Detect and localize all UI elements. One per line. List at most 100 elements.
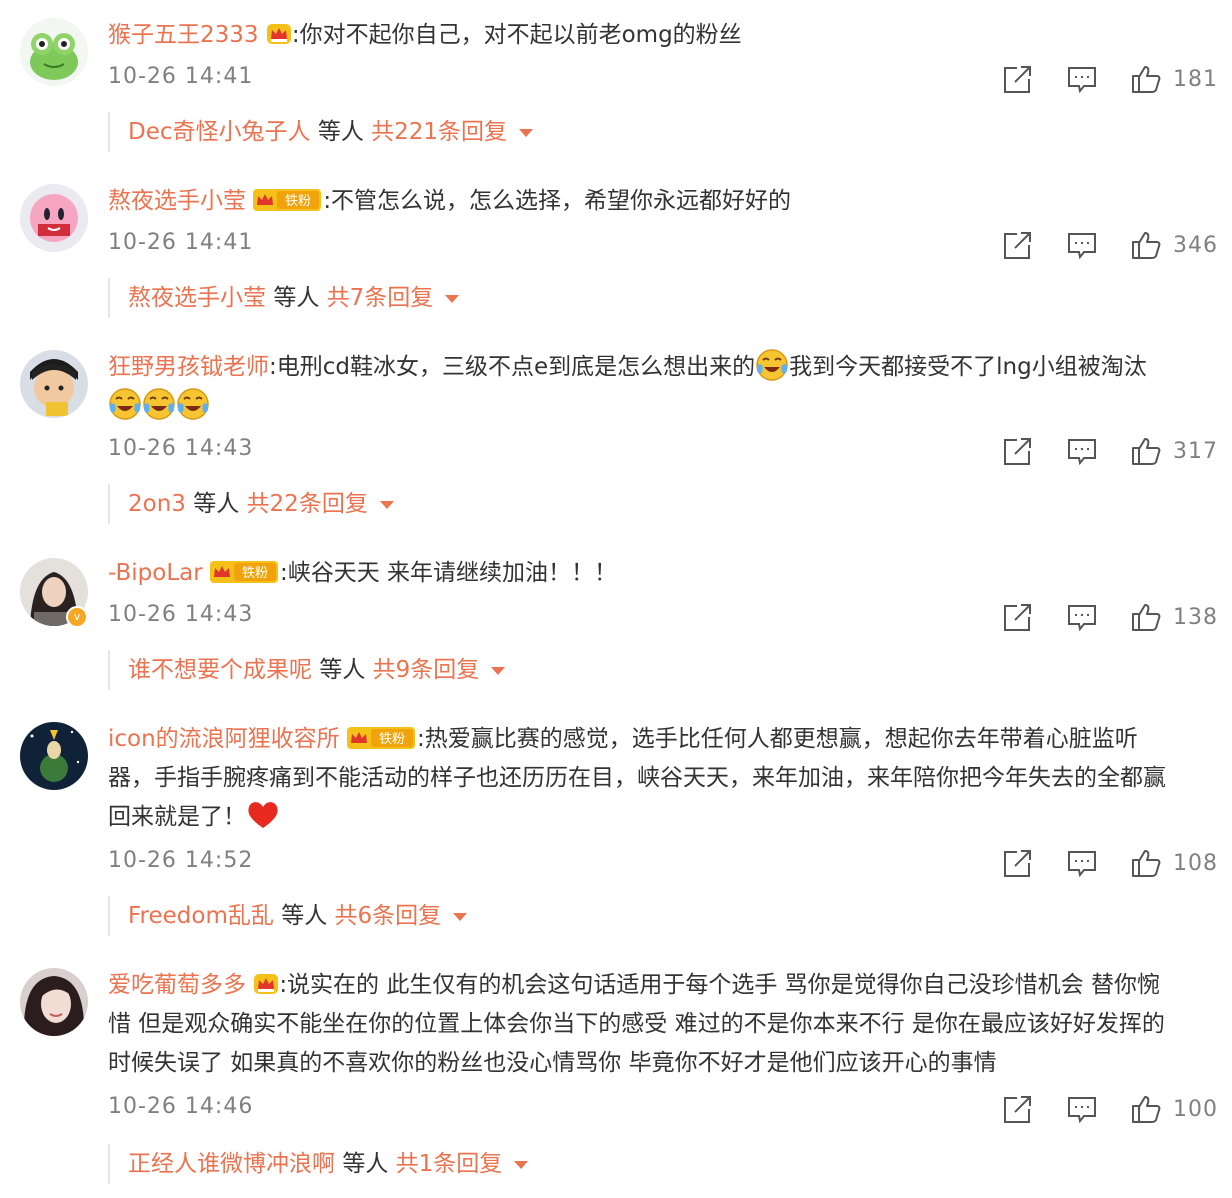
chevron-down-icon[interactable] bbox=[519, 129, 534, 137]
red-heart-emoji bbox=[246, 798, 280, 832]
comment-text-continued: 惜 但是观众确实不能坐在你的位置上体会你当下的感受 难过的不是你本来不行 是你在… bbox=[108, 1011, 1165, 1037]
like-count: 181 bbox=[1173, 66, 1218, 92]
timestamp: 10-26 14:43 bbox=[108, 436, 254, 461]
reply-names[interactable]: 2on3 bbox=[128, 491, 186, 517]
laugh-cry-emoji bbox=[755, 348, 789, 382]
comment-text-continued: 回来就是了！ bbox=[108, 804, 246, 830]
thumbs-up-icon[interactable] bbox=[1131, 436, 1161, 466]
reply-summary[interactable]: Dec奇怪小兔子人 等人 共221条回复 bbox=[108, 112, 534, 152]
username[interactable]: 爱吃葡萄多多 bbox=[108, 972, 246, 998]
thumbs-up-icon[interactable] bbox=[1131, 848, 1161, 878]
reply-others: 等人 bbox=[281, 903, 328, 929]
action-bar: 346 bbox=[969, 228, 1218, 262]
like-count: 317 bbox=[1173, 438, 1218, 464]
reply-summary[interactable]: 熬夜选手小莹 等人 共7条回复 bbox=[108, 278, 460, 318]
reply-names[interactable]: Freedom乱乱 bbox=[128, 903, 274, 929]
reply-count[interactable]: 共7条回复 bbox=[327, 285, 434, 311]
comment-icon[interactable] bbox=[1067, 1094, 1097, 1124]
laugh-cry-emoji bbox=[108, 387, 142, 421]
comment-text-continued: 器，手指手腕疼痛到不能活动的样子也还历历在目，峡谷天天，来年加油，来年陪你把今年… bbox=[108, 765, 1166, 791]
timestamp: 10-26 14:46 bbox=[108, 1094, 254, 1119]
reply-names[interactable]: Dec奇怪小兔子人 bbox=[128, 119, 311, 145]
fan-badge-label: 铁粉 bbox=[285, 194, 311, 209]
username[interactable]: 熬夜选手小莹 bbox=[108, 188, 246, 214]
comment-text: :电刑cd鞋冰女，三级不点e到底是怎么想出来的 bbox=[269, 354, 756, 380]
comment-icon[interactable] bbox=[1067, 64, 1097, 94]
chevron-down-icon[interactable] bbox=[453, 913, 468, 921]
comment-content: icon的流浪阿狸收容所 铁粉:热爱赢比赛的感觉，选手比任何人都更想赢，想起你去… bbox=[108, 720, 1218, 837]
share-icon[interactable] bbox=[1003, 848, 1033, 878]
avatar[interactable] bbox=[20, 722, 88, 790]
comment-text: :说实在的 此生仅有的机会这句话适用于每个选手 骂你是觉得你自己没珍惜机会 替你… bbox=[279, 972, 1160, 998]
reply-count[interactable]: 共22条回复 bbox=[247, 491, 368, 517]
chevron-down-icon[interactable] bbox=[445, 295, 460, 303]
avatar[interactable] bbox=[20, 184, 88, 252]
reply-others: 等人 bbox=[319, 657, 366, 683]
fan-badge-label: 铁粉 bbox=[242, 566, 268, 581]
comment-icon[interactable] bbox=[1067, 848, 1097, 878]
share-icon[interactable] bbox=[1003, 1094, 1033, 1124]
reply-count[interactable]: 共6条回复 bbox=[335, 903, 442, 929]
reply-names[interactable]: 正经人谁微博冲浪啊 bbox=[128, 1151, 335, 1177]
comment-content: -BipoLar 铁粉 :峡谷天天 来年请继续加油！！！ bbox=[108, 554, 1218, 593]
action-bar: 108 bbox=[969, 846, 1218, 880]
chevron-down-icon[interactable] bbox=[514, 1161, 529, 1169]
like-count: 138 bbox=[1173, 604, 1218, 630]
avatar[interactable] bbox=[20, 968, 88, 1036]
comment-content: 熬夜选手小莹 铁粉:不管怎么说，怎么选择，希望你永远都好好的 bbox=[108, 182, 1218, 221]
comment-content: 猴子五王2333 :你对不起你自己，对不起以前老omg的粉丝 bbox=[108, 16, 1218, 55]
comment-text: :热爱赢比赛的感觉，选手比任何人都更想赢，想起你去年带着心脏监听 bbox=[417, 726, 1138, 752]
avatar[interactable] bbox=[20, 350, 88, 418]
thumbs-up-icon[interactable] bbox=[1131, 64, 1161, 94]
username[interactable]: icon的流浪阿狸收容所 bbox=[108, 726, 340, 752]
comment-content: 爱吃葡萄多多 :说实在的 此生仅有的机会这句话适用于每个选手 骂你是觉得你自己没… bbox=[108, 966, 1218, 1083]
crown-badge-icon bbox=[253, 972, 279, 996]
fan-badge: 铁粉 bbox=[210, 561, 278, 583]
comment-icon[interactable] bbox=[1067, 602, 1097, 632]
reply-names[interactable]: 谁不想要个成果呢 bbox=[128, 657, 312, 683]
reply-summary[interactable]: 正经人谁微博冲浪啊 等人 共1条回复 bbox=[108, 1144, 529, 1184]
thumbs-up-icon[interactable] bbox=[1131, 602, 1161, 632]
comment-text: :峡谷天天 来年请继续加油！！！ bbox=[280, 560, 618, 586]
reply-count[interactable]: 共9条回复 bbox=[373, 657, 480, 683]
chevron-down-icon[interactable] bbox=[379, 501, 394, 509]
timestamp: 10-26 14:41 bbox=[108, 64, 254, 89]
reply-others: 等人 bbox=[342, 1151, 389, 1177]
action-bar: 138 bbox=[969, 600, 1218, 634]
username[interactable]: 猴子五王2333 bbox=[108, 22, 259, 48]
laugh-cry-emoji bbox=[176, 387, 210, 421]
action-bar: 317 bbox=[969, 434, 1218, 468]
comment-content: 狂野男孩钺老师:电刑cd鞋冰女，三级不点e到底是怎么想出来的 我到今天都接受不了l… bbox=[108, 348, 1218, 426]
reply-others: 等人 bbox=[317, 119, 364, 145]
fan-badge: 铁粉 bbox=[347, 727, 415, 749]
chevron-down-icon[interactable] bbox=[491, 667, 506, 675]
reply-others: 等人 bbox=[193, 491, 240, 517]
reply-count[interactable]: 共1条回复 bbox=[396, 1151, 503, 1177]
share-icon[interactable] bbox=[1003, 64, 1033, 94]
like-count: 108 bbox=[1173, 850, 1218, 876]
share-icon[interactable] bbox=[1003, 602, 1033, 632]
reply-names[interactable]: 熬夜选手小莹 bbox=[128, 285, 266, 311]
timestamp: 10-26 14:41 bbox=[108, 230, 254, 255]
reply-count[interactable]: 共221条回复 bbox=[371, 119, 507, 145]
reply-summary[interactable]: Freedom乱乱 等人 共6条回复 bbox=[108, 896, 468, 936]
thumbs-up-icon[interactable] bbox=[1131, 1094, 1161, 1124]
reply-summary[interactable]: 谁不想要个成果呢 等人 共9条回复 bbox=[108, 650, 506, 690]
reply-summary[interactable]: 2on3 等人 共22条回复 bbox=[108, 484, 394, 524]
comment-icon[interactable] bbox=[1067, 230, 1097, 260]
comment-text-continued: 我到今天都接受不了lng小组被淘汰 bbox=[789, 354, 1147, 380]
thumbs-up-icon[interactable] bbox=[1131, 230, 1161, 260]
share-icon[interactable] bbox=[1003, 230, 1033, 260]
username[interactable]: 狂野男孩钺老师 bbox=[108, 354, 269, 380]
avatar[interactable] bbox=[20, 18, 88, 86]
crown-badge-icon bbox=[266, 22, 292, 46]
like-count: 100 bbox=[1173, 1096, 1218, 1122]
comment-icon[interactable] bbox=[1067, 436, 1097, 466]
action-bar: 181 bbox=[969, 62, 1218, 96]
verified-badge-icon: v bbox=[66, 606, 88, 628]
share-icon[interactable] bbox=[1003, 436, 1033, 466]
username[interactable]: -BipoLar bbox=[108, 560, 203, 586]
reply-others: 等人 bbox=[273, 285, 320, 311]
like-count: 346 bbox=[1173, 232, 1218, 258]
comment-text-continued: 时候失误了 如果真的不喜欢你的粉丝也没心情骂你 毕竟你不好才是他们应该开心的事情 bbox=[108, 1050, 997, 1076]
